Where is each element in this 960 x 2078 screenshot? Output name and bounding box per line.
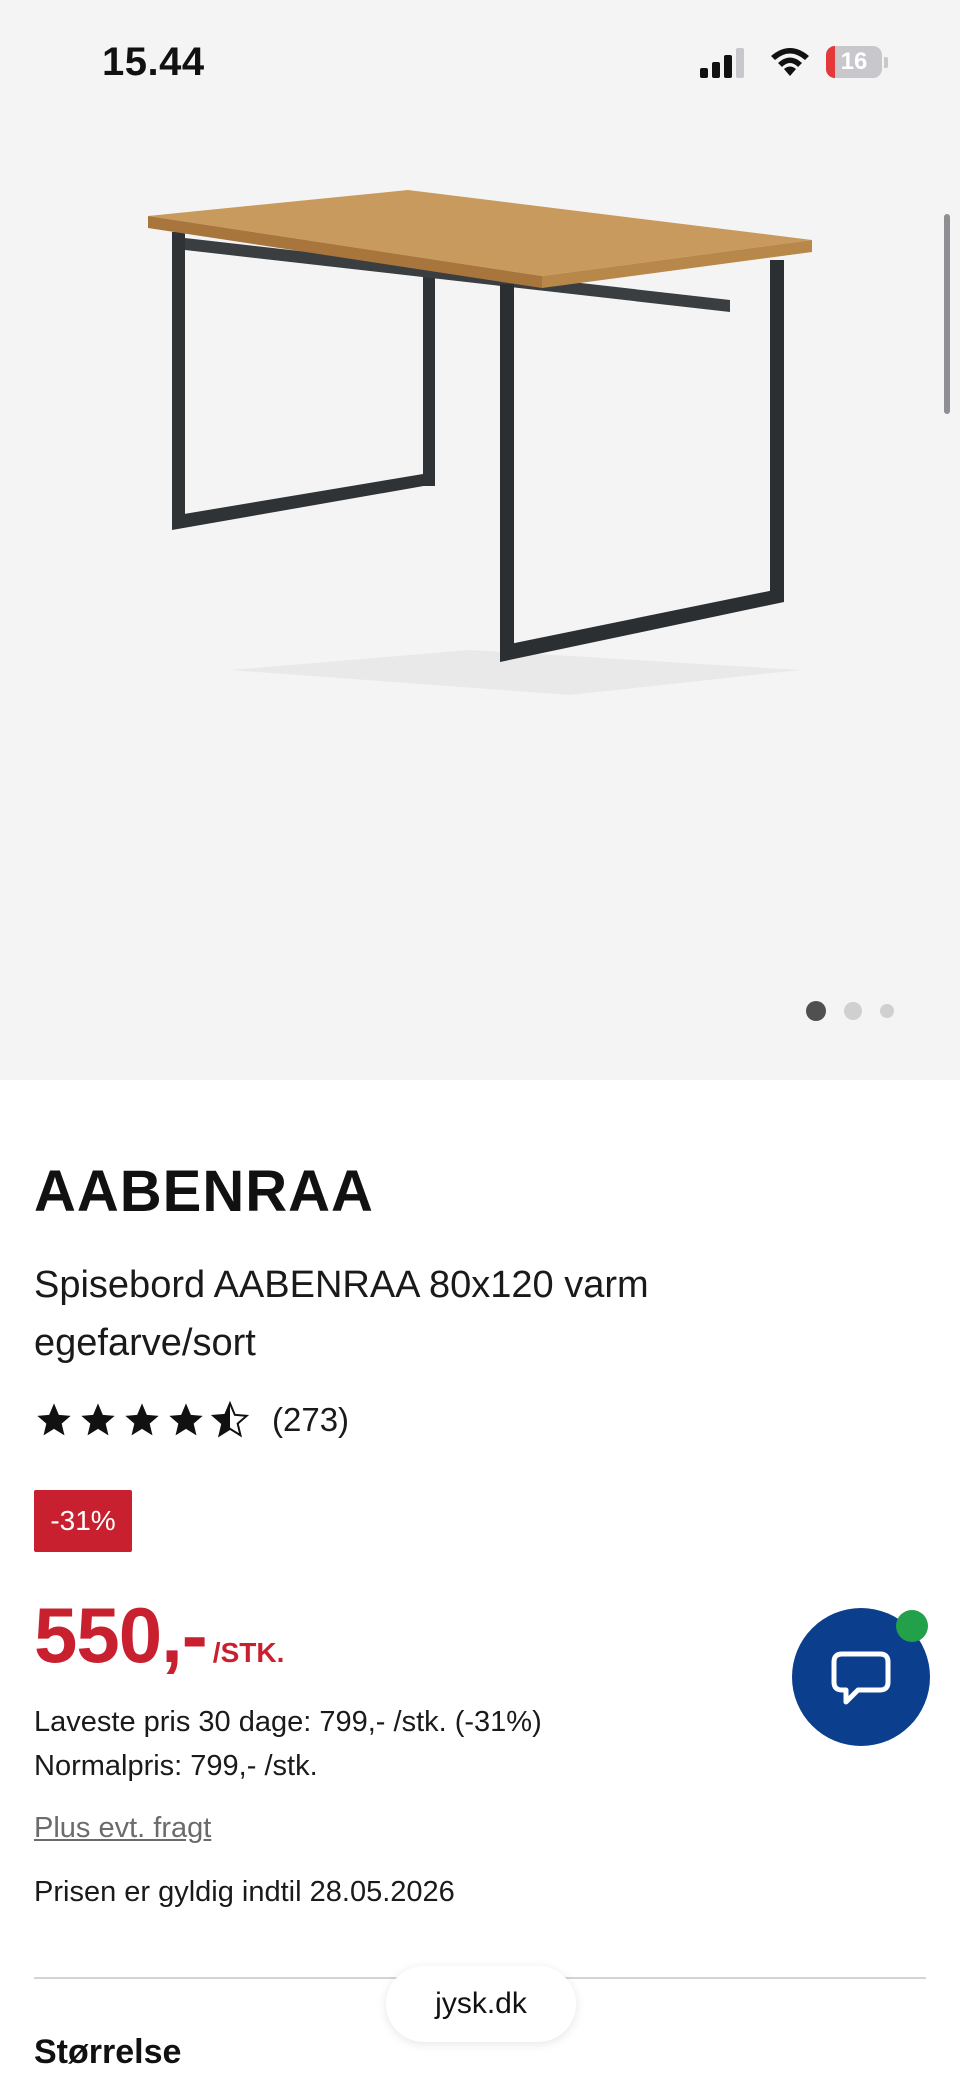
- battery-level: 16: [840, 48, 868, 75]
- chat-bubble-icon: [831, 1651, 891, 1705]
- online-status-indicator: [896, 1610, 928, 1642]
- price-valid-text: Prisen er gyldig indtil 28.05.2026: [34, 1876, 455, 1908]
- rating-stars: [34, 1400, 250, 1440]
- battery-indicator: 16: [826, 46, 888, 78]
- product-image-gallery[interactable]: 15.44 16: [0, 0, 960, 1080]
- star-icon: [169, 1403, 203, 1436]
- lowest-price-text: Laveste pris 30 dage: 799,- /stk. (-31%): [34, 1706, 542, 1738]
- star-icon: [37, 1403, 71, 1436]
- dining-table-photo[interactable]: [140, 180, 820, 700]
- price-unit: /STK.: [212, 1637, 285, 1668]
- signal-icon: [700, 48, 744, 78]
- status-bar: 15.44 16: [0, 0, 960, 130]
- half-star-icon: [210, 1400, 250, 1438]
- price: 550,- /STK.: [34, 1590, 284, 1681]
- product-brand: AABENRAA: [34, 1159, 374, 1224]
- star-icon: [81, 1403, 115, 1436]
- review-count[interactable]: (273): [272, 1401, 349, 1439]
- pagination-dot[interactable]: [880, 1004, 894, 1018]
- product-name: Spisebord AABENRAA 80x120 varm egefarve/…: [34, 1264, 649, 1364]
- chat-button[interactable]: [792, 1608, 930, 1746]
- url-bar[interactable]: jysk.dk: [386, 1966, 576, 2042]
- freight-link[interactable]: Plus evt. fragt: [34, 1812, 211, 1845]
- status-time: 15.44: [102, 40, 205, 84]
- size-heading[interactable]: Størrelse: [34, 2033, 181, 2072]
- star-icon: [125, 1403, 159, 1436]
- product-rating[interactable]: (273): [34, 1400, 349, 1440]
- wifi-icon: [771, 48, 809, 76]
- gallery-pagination[interactable]: [806, 1000, 894, 1022]
- pagination-dot[interactable]: [844, 1002, 862, 1020]
- price-value: 550,-: [34, 1591, 208, 1679]
- normal-price-text: Normalpris: 799,- /stk.: [34, 1750, 318, 1782]
- price-info: Laveste pris 30 dage: 799,- /stk. (-31%)…: [34, 1700, 542, 1788]
- discount-badge: -31%: [34, 1490, 132, 1552]
- pagination-dot-active[interactable]: [806, 1001, 826, 1021]
- scroll-indicator[interactable]: [944, 214, 950, 414]
